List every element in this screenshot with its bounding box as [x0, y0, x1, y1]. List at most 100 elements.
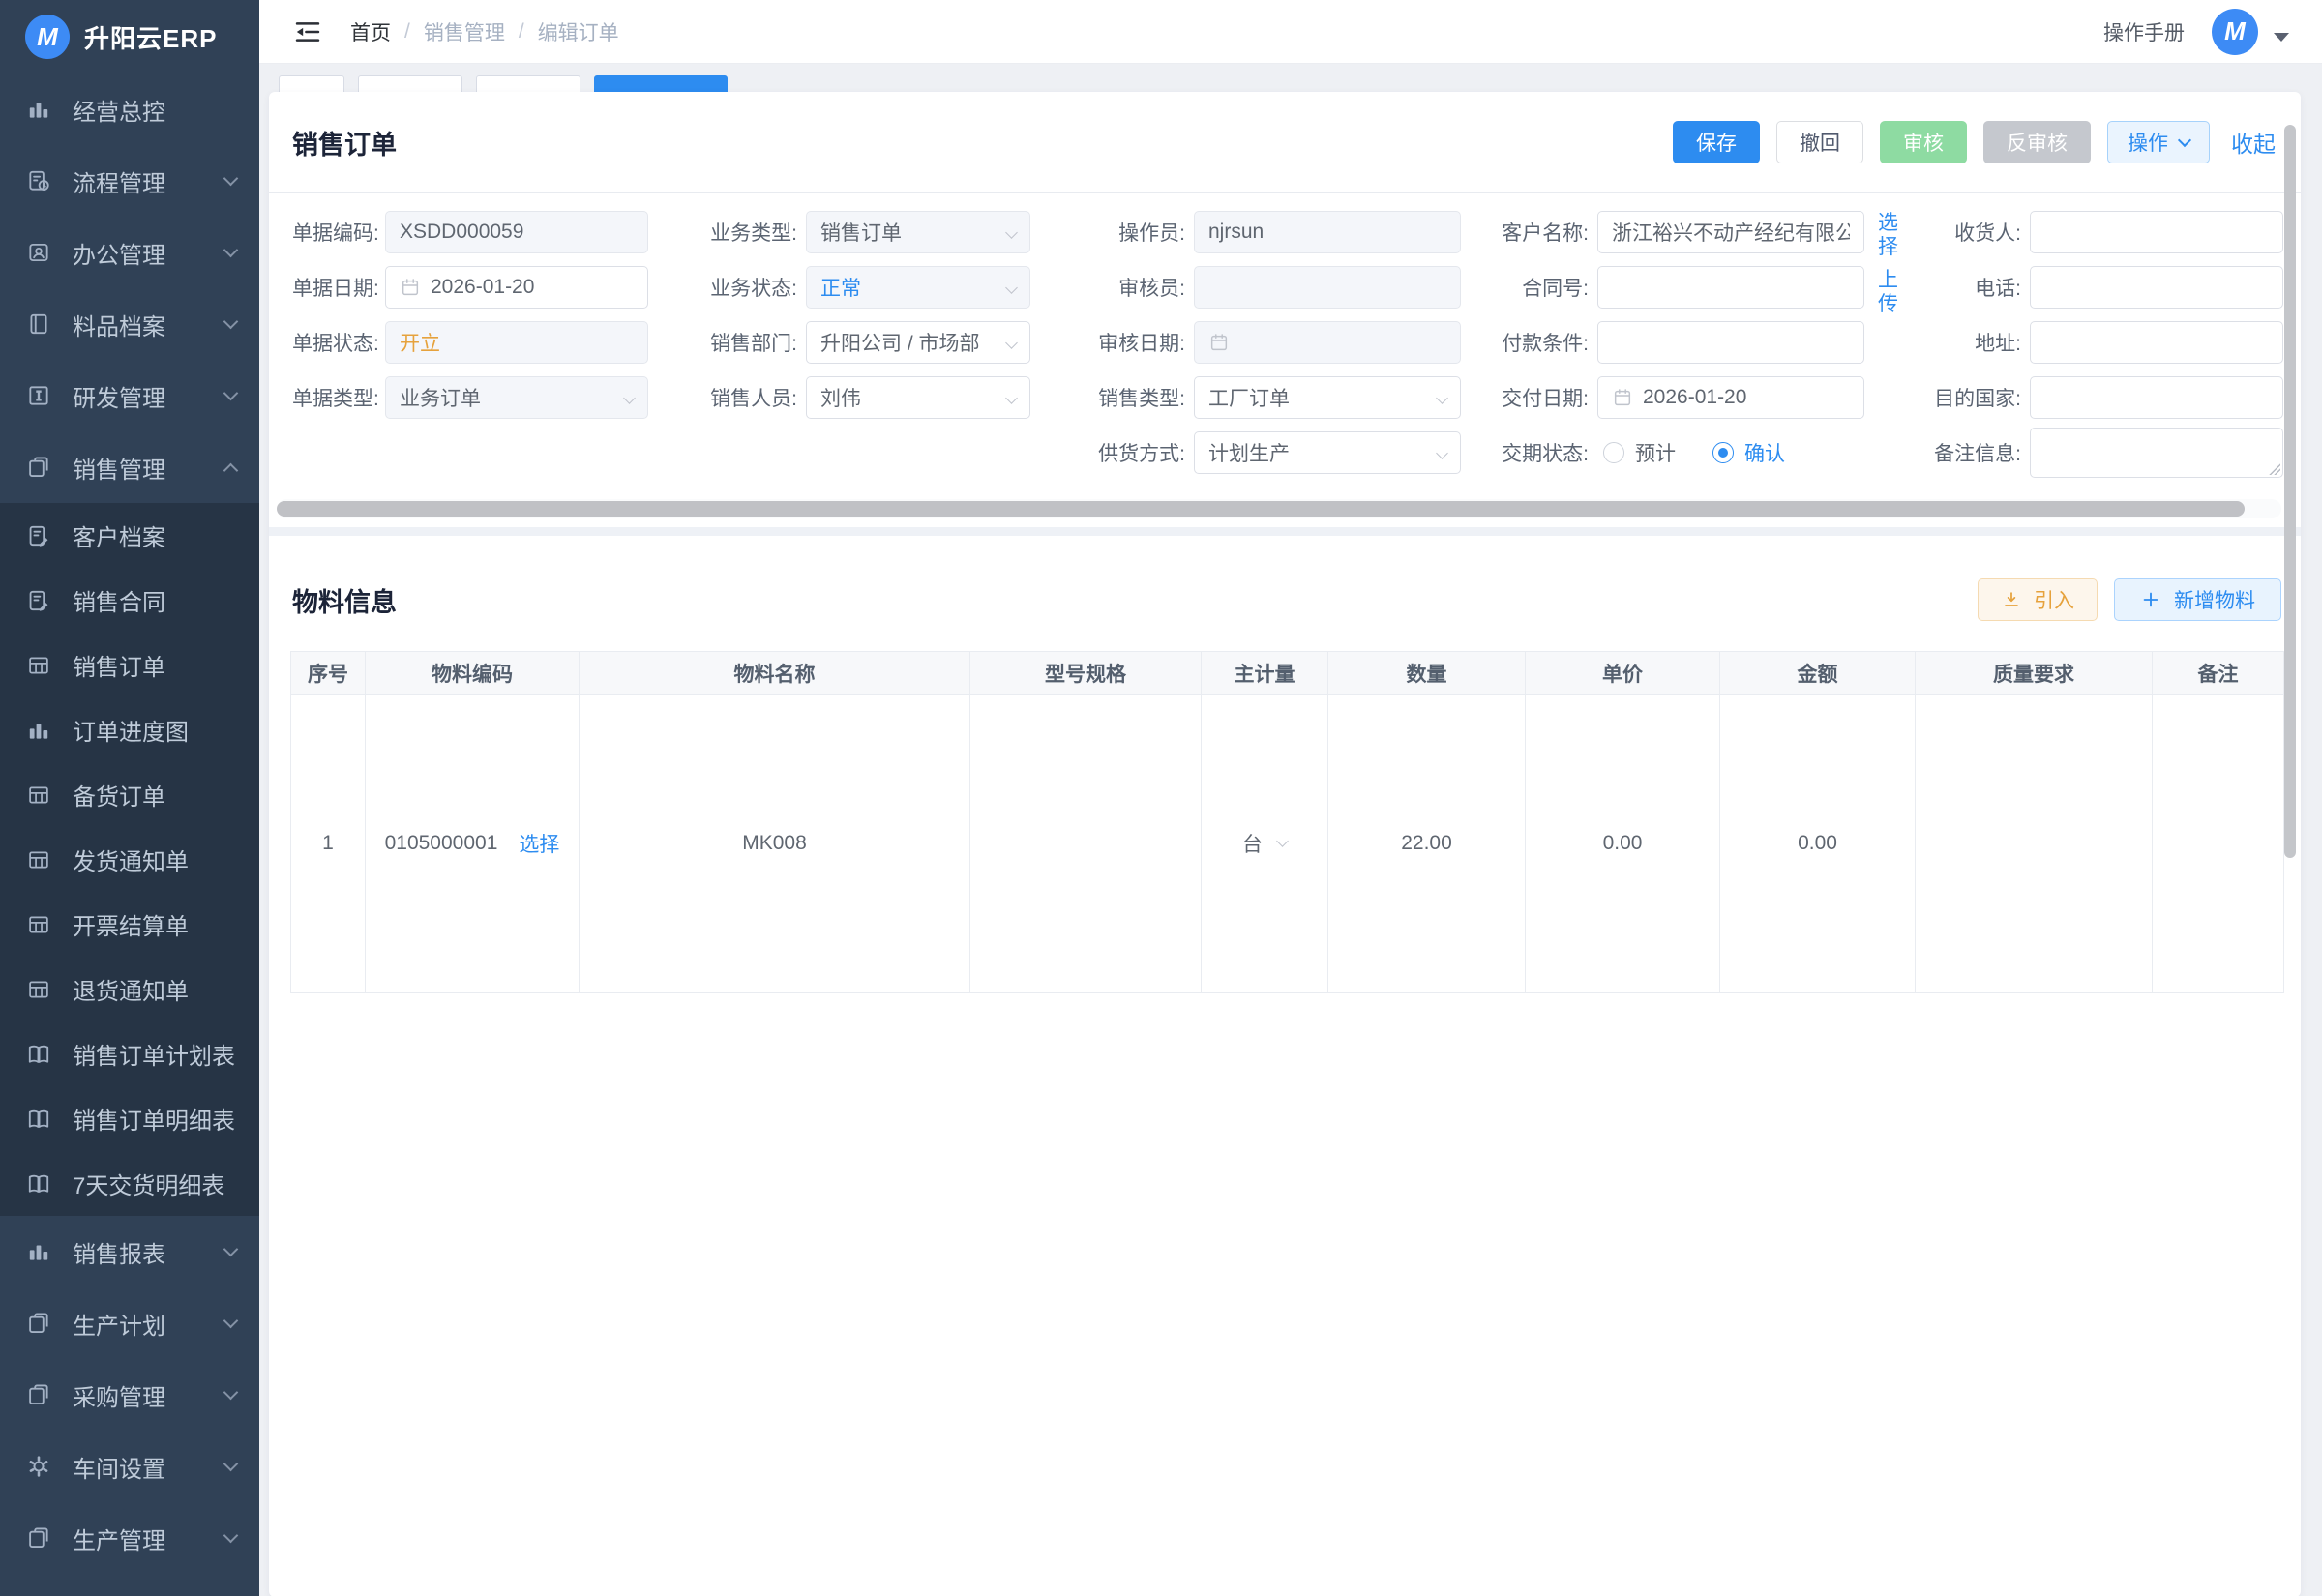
auditor-input[interactable]: [1194, 266, 1461, 309]
sidebar-item-sales-order-plan-report[interactable]: 销售订单计划表: [0, 1021, 259, 1086]
address-input[interactable]: [2030, 321, 2283, 364]
vertical-scrollbar[interactable]: [2283, 103, 2297, 1583]
manual-link[interactable]: 操作手册: [2103, 17, 2185, 46]
section-divider: [269, 527, 2301, 536]
operator-input[interactable]: njrsun: [1194, 211, 1461, 253]
calendar-icon: [400, 277, 421, 298]
avatar[interactable]: M: [2212, 9, 2258, 55]
bar-chart-icon: [26, 1239, 51, 1264]
phone-input[interactable]: [2030, 266, 2283, 309]
cell-quantity[interactable]: 22.00: [1328, 695, 1526, 993]
sidebar-item-production-plan[interactable]: 生产计划: [0, 1287, 259, 1359]
chevron-down-icon: [223, 1385, 239, 1401]
sales-person-select[interactable]: 刘伟: [806, 376, 1030, 419]
sidebar-item-process-mgmt[interactable]: 流程管理: [0, 145, 259, 217]
import-button[interactable]: 引入: [1978, 578, 2098, 621]
breadcrumb-separator: /: [404, 20, 410, 44]
sidebar-item-return-notice[interactable]: 退货通知单: [0, 957, 259, 1021]
dest-country-input[interactable]: [2030, 376, 2283, 419]
doc-date-input[interactable]: 2026-01-20: [385, 266, 648, 309]
sidebar-item-7day-delivery-report[interactable]: 7天交货明细表: [0, 1151, 259, 1216]
chevron-down-icon: [223, 1457, 239, 1472]
save-button[interactable]: 保存: [1673, 121, 1760, 163]
materials-title: 物料信息: [292, 581, 1961, 619]
customer-upload-link[interactable]: 上传: [1878, 268, 1901, 316]
chevron-down-icon: [223, 1242, 239, 1257]
sidebar-item-customer-archives[interactable]: 客户档案: [0, 503, 259, 568]
sidebar-item-sales-order-detail-report[interactable]: 销售订单明细表: [0, 1086, 259, 1151]
doc-type-select[interactable]: 业务订单: [385, 376, 648, 419]
order-form: 单据编码: XSDD000059 单据日期: 2026-01-20 单据状态: …: [269, 193, 2301, 499]
biz-type-select[interactable]: 销售订单: [806, 211, 1030, 253]
horizontal-scrollbar-thumb[interactable]: [277, 501, 2245, 517]
app-root: M 升阳云ERP 经营总控 流程管理 办公管理 料品档案 研发管理: [0, 0, 2322, 1596]
audit-date-input[interactable]: [1194, 321, 1461, 364]
contract-no-input[interactable]: [1597, 266, 1864, 309]
material-select-link[interactable]: 选择: [519, 829, 559, 858]
delivery-status-field: 交期状态: 预计 确认: [1461, 431, 1864, 474]
cell-material-name[interactable]: MK008: [580, 695, 970, 993]
sidebar-item-workshop-settings[interactable]: 车间设置: [0, 1431, 259, 1502]
customer-input[interactable]: 浙江裕兴不动产经纪有限公司: [1597, 211, 1864, 253]
remark-textarea[interactable]: [2030, 428, 2283, 478]
cell-model-spec[interactable]: [970, 695, 1202, 993]
sales-dept-select[interactable]: 升阳公司 / 市场部: [806, 321, 1030, 364]
bar-chart-icon: [26, 97, 51, 122]
sales-type-select[interactable]: 工厂订单: [1194, 376, 1461, 419]
customer-field: 客户名称: 浙江裕兴不动产经纪有限公司: [1461, 211, 1864, 253]
horizontal-scrollbar[interactable]: [277, 499, 2281, 518]
unaudit-button[interactable]: 反审核: [1983, 121, 2091, 163]
delivery-date-input[interactable]: 2026-01-20: [1597, 376, 1864, 419]
breadcrumb-home[interactable]: 首页: [350, 17, 391, 46]
add-material-button[interactable]: 新增物料: [2114, 578, 2281, 621]
cell-remark[interactable]: [2153, 695, 2284, 993]
sidebar-item-sales-contract[interactable]: 销售合同: [0, 568, 259, 633]
breadcrumb-section[interactable]: 销售管理: [424, 17, 505, 46]
withdraw-button[interactable]: 撤回: [1776, 121, 1863, 163]
sidebar-item-processing-workshop[interactable]: 加工车间: [0, 1574, 259, 1596]
sidebar-collapse-icon[interactable]: [292, 16, 323, 47]
payment-terms-field: 付款条件:: [1461, 321, 1864, 364]
sidebar-item-sales-mgmt[interactable]: 销售管理: [0, 431, 259, 503]
sidebar-item-dashboard[interactable]: 经营总控: [0, 74, 259, 145]
book-icon: [26, 311, 51, 337]
radio-confirm[interactable]: 确认: [1712, 438, 1785, 467]
sidebar-item-order-progress-chart[interactable]: 订单进度图: [0, 697, 259, 762]
cell-material-code: 0105000001 选择: [366, 695, 580, 993]
table-header-row: 序号 物料编码 物料名称 型号规格 主计量 数量 单价 金额 质量要求 备注: [291, 652, 2284, 695]
logo-icon: M: [25, 15, 70, 59]
col-model-spec: 型号规格: [970, 652, 1202, 695]
sidebar-item-sales-order[interactable]: 销售订单: [0, 633, 259, 697]
payment-terms-input[interactable]: [1597, 321, 1864, 364]
sidebar-item-shipping-notice[interactable]: 发货通知单: [0, 827, 259, 892]
collapse-link[interactable]: 收起: [2231, 126, 2276, 159]
sidebar-item-stock-order[interactable]: 备货订单: [0, 762, 259, 827]
form-column-4: 客户名称: 浙江裕兴不动产经纪有限公司 合同号: 付款条件: 交付日期: 202…: [1461, 211, 1864, 499]
sidebar: M 升阳云ERP 经营总控 流程管理 办公管理 料品档案 研发管理: [0, 0, 259, 1596]
cell-unit-price[interactable]: 0.00: [1526, 695, 1720, 993]
sidebar-item-office-mgmt[interactable]: 办公管理: [0, 217, 259, 288]
cell-quality[interactable]: [1916, 695, 2153, 993]
doc-status-input[interactable]: 开立: [385, 321, 648, 364]
sidebar-item-invoice-settlement[interactable]: 开票结算单: [0, 892, 259, 957]
dest-country-field: 目的国家:: [1864, 376, 2283, 419]
radio-estimate[interactable]: 预计: [1603, 438, 1676, 467]
biz-status-select[interactable]: 正常: [806, 266, 1030, 309]
sidebar-item-purchase-mgmt[interactable]: 采购管理: [0, 1359, 259, 1431]
sidebar-item-rd-mgmt[interactable]: 研发管理: [0, 360, 259, 431]
sidebar-item-sales-report[interactable]: 销售报表: [0, 1216, 259, 1287]
open-book-icon: [26, 1107, 51, 1132]
chevron-down-icon: [1276, 835, 1289, 847]
caret-down-icon[interactable]: [2274, 33, 2289, 42]
consignee-input[interactable]: [2030, 211, 2283, 253]
col-unit-price: 单价: [1526, 652, 1720, 695]
unit-select[interactable]: 台: [1202, 829, 1327, 858]
actions-dropdown-button[interactable]: 操作: [2107, 121, 2210, 163]
customer-select-link[interactable]: 选择: [1878, 211, 1901, 259]
supply-mode-select[interactable]: 计划生产: [1194, 431, 1461, 474]
doc-code-input[interactable]: XSDD000059: [385, 211, 648, 253]
vertical-scrollbar-thumb[interactable]: [2284, 125, 2296, 858]
audit-button[interactable]: 审核: [1880, 121, 1967, 163]
sidebar-item-material-archives[interactable]: 料品档案: [0, 288, 259, 360]
sidebar-item-production-mgmt[interactable]: 生产管理: [0, 1502, 259, 1574]
